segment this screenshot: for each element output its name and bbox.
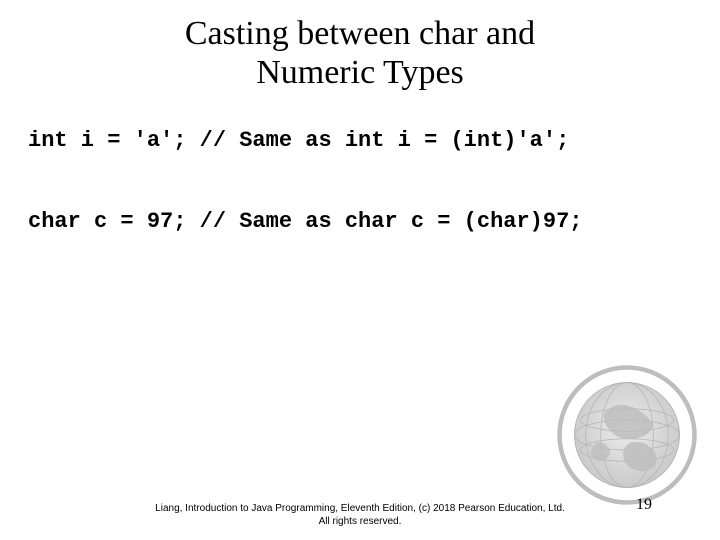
footer-copyright: Liang, Introduction to Java Programming,… [0, 503, 720, 528]
title-line-1: Casting between char and [185, 15, 535, 52]
footer-line-2: All rights reserved. [319, 516, 402, 527]
globe-icon [552, 360, 702, 510]
code-line-2: char c = 97; // Same as char c = (char)9… [0, 209, 720, 234]
title-line-2: Numeric Types [256, 54, 464, 91]
slide-title: Casting between char and Numeric Types [0, 0, 720, 92]
footer-line-1: Liang, Introduction to Java Programming,… [155, 503, 565, 514]
slide: Casting between char and Numeric Types i… [0, 0, 720, 540]
code-line-1: int i = 'a'; // Same as int i = (int)'a'… [0, 128, 720, 153]
